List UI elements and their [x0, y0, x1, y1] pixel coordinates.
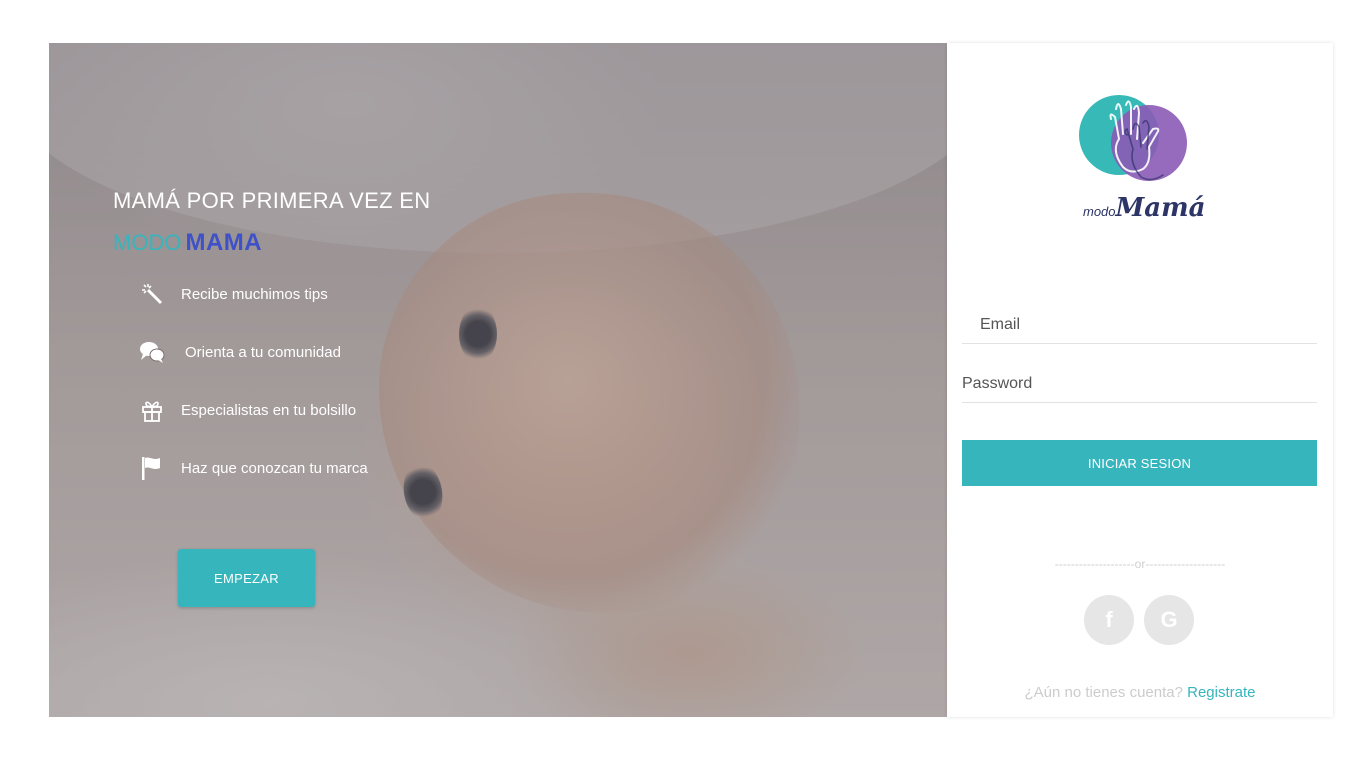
hero-banner: MAMÁ POR PRIMERA VEZ EN MODO MAMA Recibe … — [49, 43, 947, 717]
login-button[interactable]: INICIAR SESION — [962, 440, 1317, 486]
google-icon: G — [1160, 607, 1178, 632]
signup-link[interactable]: Registrate — [1187, 684, 1255, 701]
gift-icon — [139, 397, 165, 423]
email-field[interactable] — [962, 307, 1317, 344]
feature-community: Orienta a tu comunidad — [139, 339, 341, 365]
flag-icon — [139, 455, 165, 481]
feature-specialists: Especialistas en tu bolsillo — [139, 397, 356, 423]
hero-brand-line: MODO MAMA — [113, 229, 262, 257]
feature-label: Haz que conozcan tu marca — [181, 459, 368, 477]
feature-label: Especialistas en tu bolsillo — [181, 401, 357, 419]
feature-label: Orienta a tu comunidad — [185, 343, 341, 361]
chat-bubbles-icon — [139, 339, 165, 365]
signup-line: ¿Aún no tienes cuenta? Registrate — [947, 684, 1333, 701]
signup-prompt: ¿Aún no tienes cuenta? — [1024, 684, 1183, 701]
logo-text-mama: Mamá — [1115, 193, 1206, 223]
hero-brand-mama: MAMA — [185, 229, 263, 256]
google-login-button[interactable]: G — [1144, 595, 1194, 645]
or-divider: --------------------or------------------… — [1054, 557, 1226, 571]
feature-tips: Recibe muchimos tips — [139, 281, 328, 307]
feature-label: Recibe muchimos tips — [181, 285, 328, 303]
feature-brand: Haz que conozcan tu marca — [139, 455, 368, 481]
hero-headline: MAMÁ POR PRIMERA VEZ EN — [113, 188, 431, 213]
logo-text-modo: modo — [1083, 204, 1116, 219]
brand-logo-text: modoMamá — [1083, 193, 1206, 223]
facebook-login-button[interactable]: f — [1084, 595, 1134, 645]
hero-brand-modo: MODO — [113, 230, 182, 255]
start-button[interactable]: EMPEZAR — [178, 549, 315, 607]
login-panel: modoMamá INICIAR SESION ----------------… — [947, 43, 1333, 717]
magic-wand-icon — [139, 281, 165, 307]
password-field[interactable] — [962, 366, 1317, 403]
facebook-icon: f — [1105, 607, 1113, 632]
hero-content: MAMÁ POR PRIMERA VEZ EN MODO MAMA Recibe … — [49, 43, 947, 717]
hands-logo-icon — [1079, 95, 1187, 181]
